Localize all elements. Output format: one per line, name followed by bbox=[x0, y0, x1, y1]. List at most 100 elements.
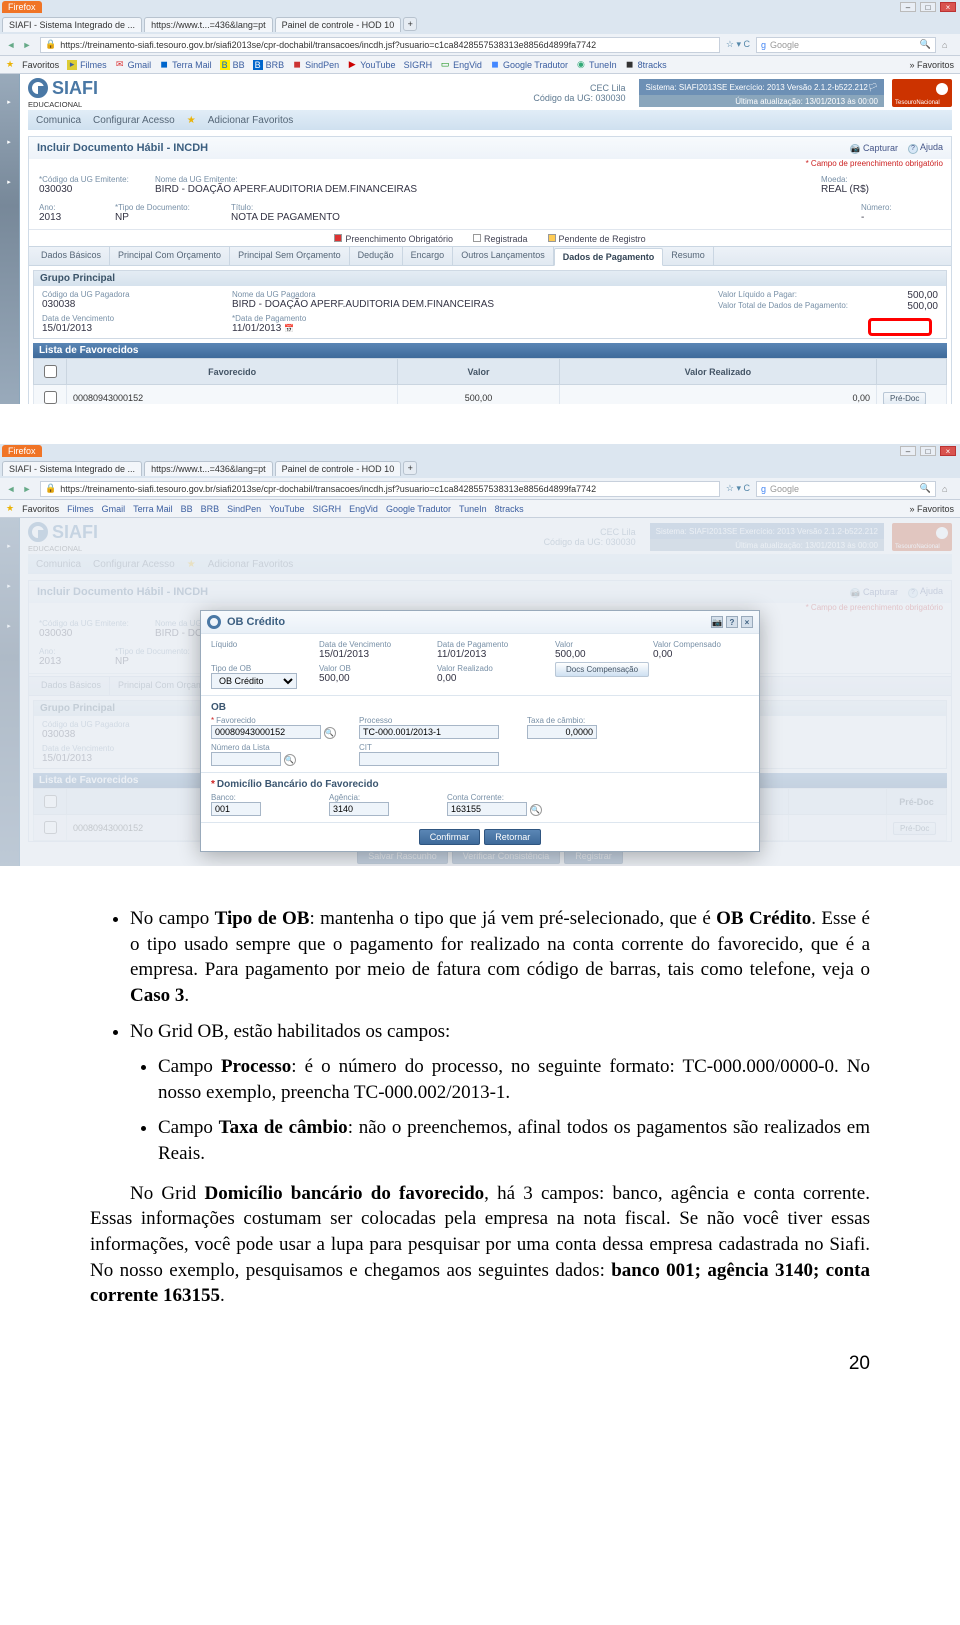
browser-window-1: Firefox – □ × SIAFI - Sistema Integrado … bbox=[0, 0, 960, 404]
tab-item[interactable]: Principal Com Orçamento bbox=[110, 247, 230, 265]
bookmark-item[interactable]: BBRB bbox=[253, 60, 285, 70]
browser-tab[interactable]: https://www.t...=436&lang=pt bbox=[144, 17, 273, 32]
bookmarks-overflow[interactable]: » Favoritos bbox=[909, 60, 954, 70]
bookmark-item[interactable]: ◼8tracks bbox=[625, 60, 667, 70]
new-tab-button[interactable]: + bbox=[403, 461, 417, 475]
close-icon[interactable]: × bbox=[741, 616, 753, 628]
tab-item[interactable]: Resumo bbox=[663, 247, 714, 265]
confirmar-button[interactable]: Confirmar bbox=[419, 829, 481, 845]
search-box[interactable]: g Google 🔍 bbox=[756, 37, 936, 53]
bookmark-item[interactable]: BRB bbox=[201, 504, 220, 514]
favorecido-input[interactable] bbox=[211, 725, 321, 739]
calendar-icon[interactable]: 📅 bbox=[284, 324, 294, 333]
docs-compensacao-button[interactable]: Docs Compensação bbox=[555, 662, 649, 677]
tab-item[interactable]: Dados de Pagamento bbox=[554, 248, 664, 266]
select-all-checkbox[interactable] bbox=[44, 365, 57, 378]
browser-tab[interactable]: https://www.t...=436&lang=pt bbox=[144, 461, 273, 476]
bookmark-item[interactable]: BB bbox=[181, 504, 193, 514]
agencia-input[interactable] bbox=[329, 802, 389, 816]
new-tab-button[interactable]: + bbox=[403, 17, 417, 31]
help-link[interactable]: ? Ajuda bbox=[908, 142, 943, 154]
back-button[interactable]: ◄ bbox=[4, 482, 18, 496]
modal-section-domicilio: Domicílio Bancário do Favorecido Banco: … bbox=[201, 772, 759, 822]
url-field[interactable]: 🔒https://treinamento-siafi.tesouro.gov.b… bbox=[40, 481, 720, 497]
maximize-button[interactable]: □ bbox=[920, 2, 936, 12]
help-icon[interactable]: ? bbox=[726, 616, 738, 628]
bookmark-item[interactable]: ▭EngVid bbox=[440, 60, 482, 70]
star-icon: ★ bbox=[6, 59, 14, 70]
browser-tab[interactable]: Painel de controle - HOD 10 bbox=[275, 461, 402, 476]
bookmark-item[interactable]: Filmes bbox=[67, 504, 94, 514]
numero-lista-input[interactable] bbox=[211, 752, 281, 766]
tab-item[interactable]: Dedução bbox=[350, 247, 403, 265]
cit-input[interactable] bbox=[359, 752, 499, 766]
bookmark-item[interactable]: ▸Filmes bbox=[67, 60, 107, 70]
bookmarks-label: Favoritos bbox=[22, 60, 59, 70]
conta-corrente-input[interactable] bbox=[447, 802, 527, 816]
processo-input[interactable] bbox=[359, 725, 499, 739]
spine-item[interactable]: ▸ bbox=[0, 98, 18, 106]
bookmark-item[interactable]: ◼Terra Mail bbox=[159, 60, 212, 70]
retornar-button[interactable]: Retornar bbox=[484, 829, 541, 845]
search-icon[interactable]: 🔍 bbox=[324, 727, 336, 739]
home-button[interactable]: ⌂ bbox=[942, 484, 956, 494]
bookmark-item[interactable]: ◼Google Tradutor bbox=[490, 60, 568, 70]
bookmark-item[interactable]: ◼SindPen bbox=[292, 60, 339, 70]
tab-item[interactable]: Encargo bbox=[403, 247, 454, 265]
bookmark-item[interactable]: Gmail bbox=[102, 504, 126, 514]
bookmark-item[interactable]: SIGRH bbox=[313, 504, 342, 514]
url-field[interactable]: 🔒 https://treinamento-siafi.tesouro.gov.… bbox=[40, 37, 720, 53]
bookmark-item[interactable]: ◉TuneIn bbox=[576, 60, 617, 70]
predoc-button[interactable]: Pré-Doc bbox=[883, 392, 926, 405]
browser-tab[interactable]: Painel de controle - HOD 10 bbox=[275, 17, 402, 32]
tab-item[interactable]: Dados Básicos bbox=[33, 247, 110, 265]
bookmark-item[interactable]: TuneIn bbox=[459, 504, 487, 514]
bookmark-item[interactable]: ▶YouTube bbox=[347, 60, 395, 70]
spine-item[interactable]: ▸ bbox=[0, 178, 18, 186]
browser-tab[interactable]: SIAFI - Sistema Integrado de ... bbox=[2, 461, 142, 476]
search-icon[interactable]: 🔍 bbox=[530, 804, 542, 816]
bookmark-item[interactable]: Google Tradutor bbox=[386, 504, 451, 514]
siafi-app: ▸ ▸ ▸ SIAFI EDUCACIONAL CEC Lila Código … bbox=[0, 74, 960, 404]
menu-item[interactable]: Comunica bbox=[36, 115, 81, 126]
minimize-button[interactable]: – bbox=[900, 2, 916, 12]
banco-input[interactable] bbox=[211, 802, 261, 816]
bookmark-item[interactable]: SindPen bbox=[227, 504, 261, 514]
tab-item[interactable]: Principal Sem Orçamento bbox=[230, 247, 350, 265]
browser-tab[interactable]: SIAFI - Sistema Integrado de ... bbox=[2, 17, 142, 32]
main-panel: Incluir Documento Hábil - INCDH 📷 Captur… bbox=[28, 136, 952, 404]
forward-button[interactable]: ► bbox=[20, 38, 34, 52]
menu-item[interactable]: Configurar Acesso bbox=[93, 115, 175, 126]
bookmark-item[interactable]: ✉Gmail bbox=[115, 60, 152, 70]
bookmark-item[interactable]: BBB bbox=[220, 60, 245, 70]
maximize-button[interactable]: □ bbox=[920, 446, 936, 456]
minimize-button[interactable]: – bbox=[900, 446, 916, 456]
star-icon: ★ bbox=[187, 115, 196, 126]
menu-item[interactable]: Adicionar Favoritos bbox=[208, 115, 294, 126]
bookmark-item[interactable]: SIGRH bbox=[404, 60, 433, 70]
siafi-logo: SIAFI bbox=[28, 78, 98, 99]
camera-icon[interactable]: 📷 bbox=[711, 616, 723, 628]
bookmark-item[interactable]: 8tracks bbox=[495, 504, 524, 514]
tipo-ob-select[interactable]: OB Crédito bbox=[211, 673, 297, 689]
bookmark-item[interactable]: Terra Mail bbox=[133, 504, 173, 514]
tab-item[interactable]: Outros Lançamentos bbox=[453, 247, 554, 265]
bookmarks-overflow[interactable]: » Favoritos bbox=[909, 504, 954, 514]
url-actions[interactable]: ☆ ▾ C bbox=[726, 39, 750, 50]
close-button[interactable]: × bbox=[940, 446, 956, 456]
capture-link[interactable]: 📷 Capturar bbox=[850, 143, 898, 154]
search-box[interactable]: gGoogle🔍 bbox=[756, 481, 936, 497]
doc-sub-bullet: Campo Processo: é o número do processo, … bbox=[158, 1054, 870, 1105]
home-button[interactable]: ⌂ bbox=[942, 40, 956, 50]
back-button[interactable]: ◄ bbox=[4, 38, 18, 52]
bookmark-item[interactable]: YouTube bbox=[269, 504, 304, 514]
spine-item[interactable]: ▸ bbox=[0, 138, 18, 146]
close-button[interactable]: × bbox=[940, 2, 956, 12]
bookmark-item[interactable]: EngVid bbox=[349, 504, 378, 514]
row-checkbox[interactable] bbox=[44, 391, 57, 404]
taxa-cambio-input[interactable] bbox=[527, 725, 597, 739]
search-icon[interactable]: 🔍 bbox=[284, 754, 296, 766]
url-actions[interactable]: ☆ ▾ C bbox=[726, 483, 750, 494]
forward-button[interactable]: ► bbox=[20, 482, 34, 496]
address-bar: ◄► 🔒https://treinamento-siafi.tesouro.go… bbox=[0, 478, 960, 500]
